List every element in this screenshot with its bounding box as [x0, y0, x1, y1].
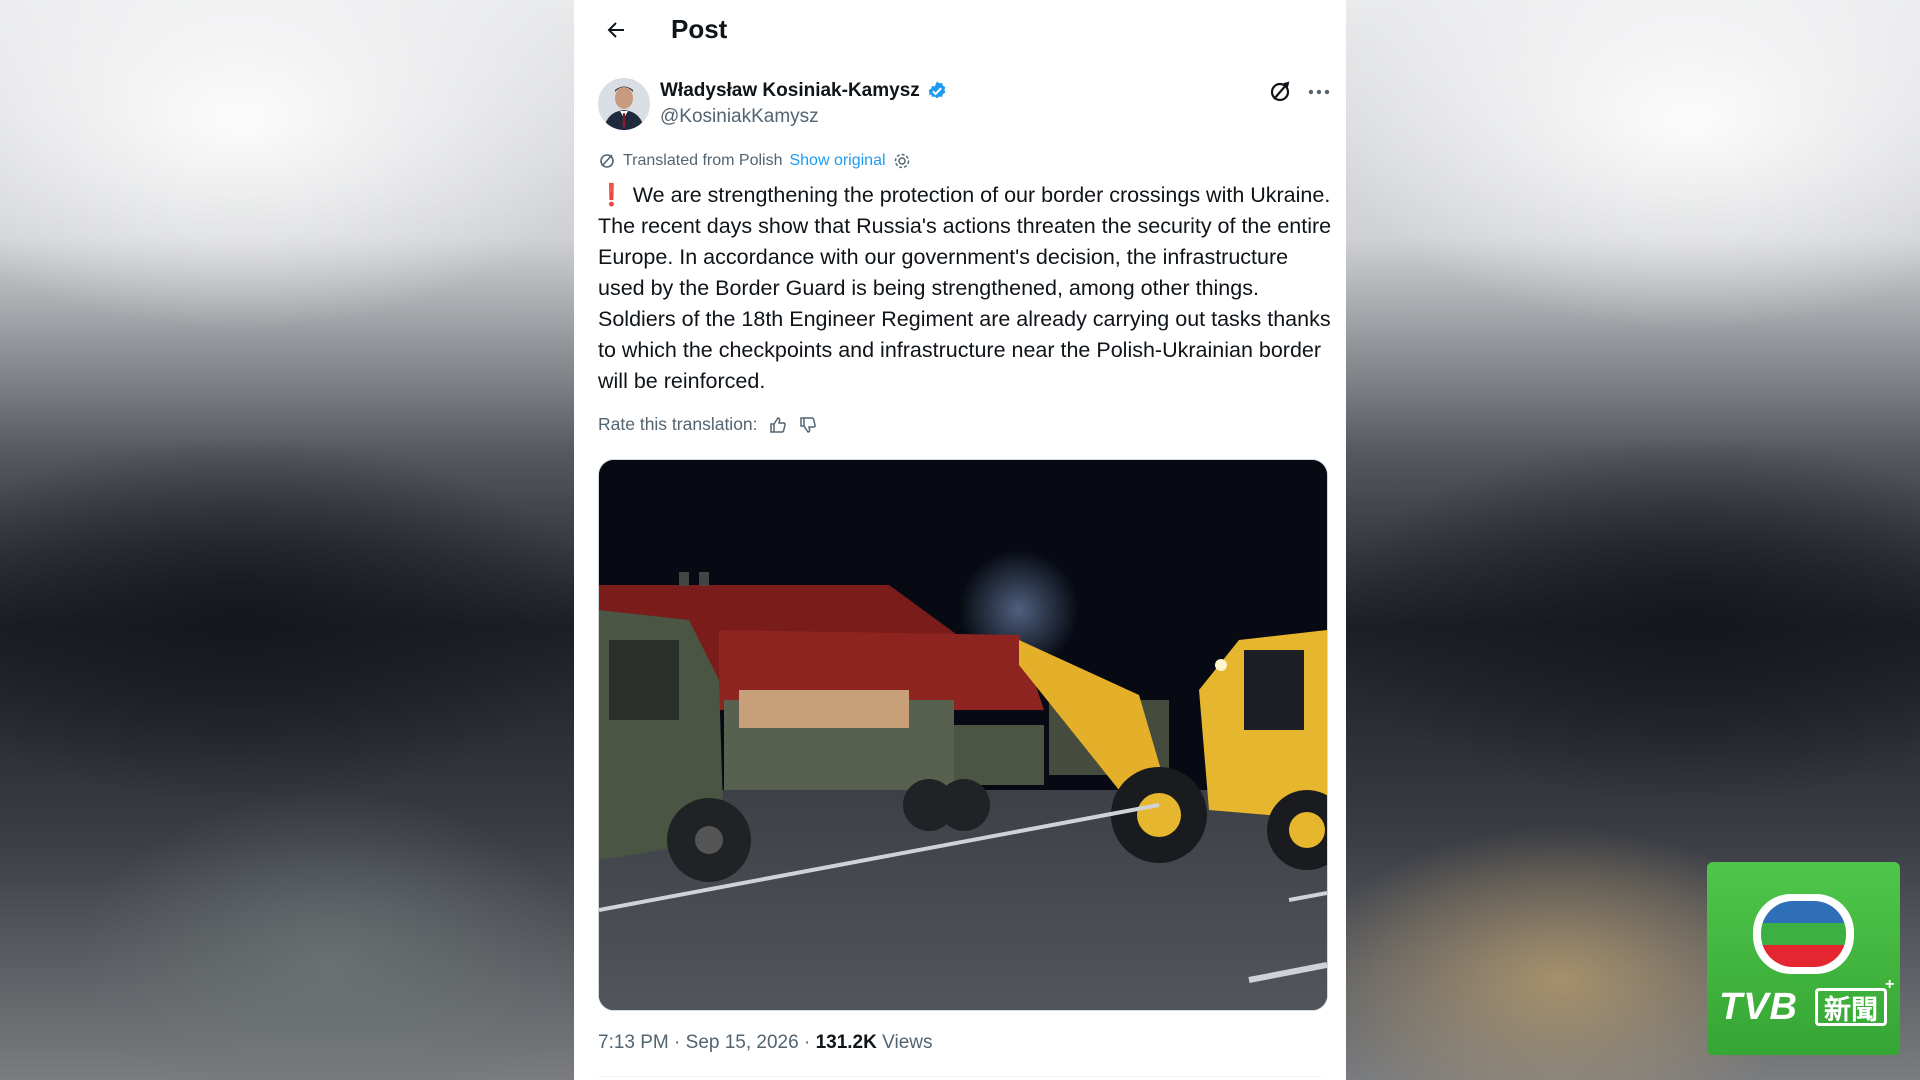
grok-button[interactable] — [1266, 78, 1294, 106]
author-handle[interactable]: @KosiniakKamysz — [660, 106, 819, 128]
tvb-news-logo: TVB 新聞 + — [1707, 862, 1900, 1055]
thumbs-up-icon[interactable] — [768, 415, 788, 435]
translated-label: Translated from Polish — [623, 152, 783, 169]
verified-badge-icon — [928, 81, 946, 99]
more-options-button[interactable] — [1304, 78, 1334, 106]
top-bar: Post — [574, 0, 1346, 60]
more-horizontal-icon — [1308, 89, 1330, 95]
settings-gear-icon[interactable] — [893, 152, 911, 170]
tvb-brand: TVB — [1719, 986, 1798, 1028]
author-name[interactable]: Władysław Kosiniak-Kamysz — [660, 80, 920, 102]
tvb-news-label: 新聞 — [1815, 988, 1887, 1026]
tweet-body: We are strengthening the protection of o… — [598, 183, 1332, 393]
tweet-text: ❗ We are strengthening the protection of … — [598, 180, 1334, 397]
show-original-link[interactable]: Show original — [789, 152, 885, 170]
post-meta: 7:13 PM · Sep 15, 2026 · 131.2K Views — [598, 1032, 932, 1054]
thumbs-down-icon[interactable] — [798, 415, 818, 435]
divider — [598, 1076, 1322, 1077]
tvb-plus: + — [1885, 976, 1895, 993]
grok-icon — [1270, 81, 1290, 102]
author-name-row[interactable]: Władysław Kosiniak-Kamysz — [660, 80, 948, 102]
rate-translation: Rate this translation: — [598, 414, 818, 435]
avatar[interactable] — [598, 78, 650, 130]
translation-info: Translated from Polish Show original — [598, 152, 911, 170]
exclamation-emoji: ❗ — [598, 183, 625, 207]
views-label: Views — [876, 1032, 933, 1053]
back-button[interactable] — [596, 12, 636, 48]
views-count: 131.2K — [815, 1032, 877, 1053]
rate-label: Rate this translation: — [598, 414, 758, 434]
post-card: Post Władysław Kosiniak-Kamysz @Kosiniak… — [574, 0, 1346, 1080]
arrow-left-icon — [607, 22, 624, 38]
post-photo[interactable] — [598, 459, 1328, 1011]
post-timestamp[interactable]: 7:13 PM · Sep 15, 2026 · — [598, 1032, 816, 1053]
grok-translate-icon — [600, 154, 614, 168]
page-title: Post — [671, 14, 728, 44]
